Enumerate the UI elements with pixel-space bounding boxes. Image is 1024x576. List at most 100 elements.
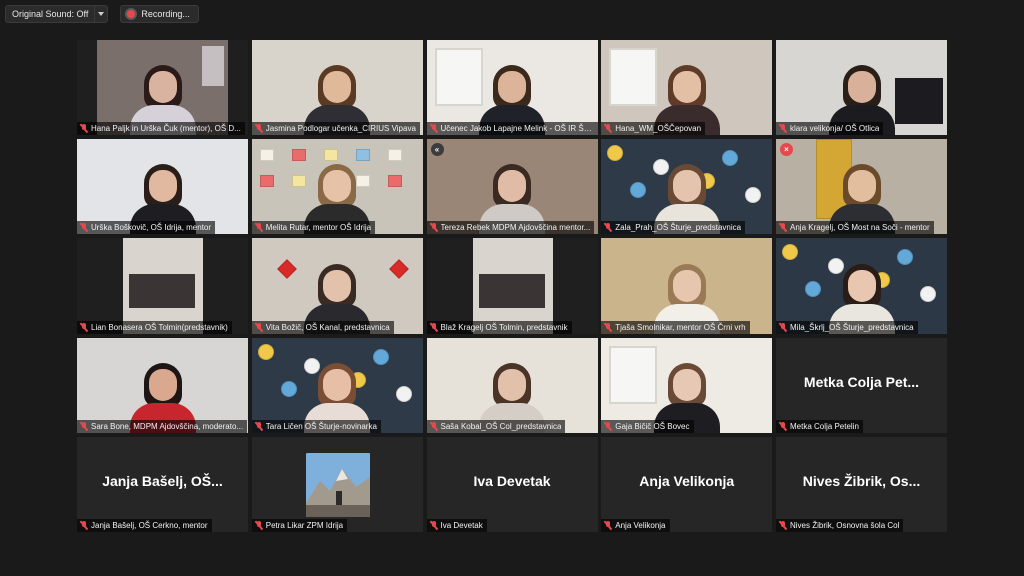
muted-microphone-icon bbox=[430, 520, 438, 530]
participant-name-bar: Anja Kragelj, OŠ Most na Soči - mentor bbox=[776, 221, 934, 235]
participant-tile[interactable]: Nives Žibrik, Os... Nives Žibrik, Osnovna… bbox=[776, 436, 947, 532]
participant-tile[interactable]: Tjaša Smolnikar, mentor OŠ Črni vrh bbox=[601, 238, 773, 334]
participant-video bbox=[426, 40, 598, 136]
participant-tile[interactable]: klara velikonja/ OŠ Otlica bbox=[776, 40, 947, 136]
face bbox=[148, 170, 177, 203]
participant-name-bar: Učenec Jakob Lapajne Melink - OŠ IR Še..… bbox=[426, 122, 598, 136]
participant-tile[interactable]: Hana_WM_OŠČepovan bbox=[601, 40, 773, 136]
participant-tile[interactable]: Iva Devetak Iva Devetak bbox=[426, 436, 598, 532]
face bbox=[323, 170, 352, 203]
participant-tile[interactable]: Mila_Škrlj_OŠ Šturje_predstavnica bbox=[776, 238, 947, 334]
participant-name-bar: Iva Devetak bbox=[426, 518, 487, 532]
participant-name-bar: Tereza Rebek MDPM Ajdovščina mentor... bbox=[426, 221, 595, 235]
participant-name-bar: Metka Colja Petelin bbox=[776, 419, 863, 433]
participant-name: Gaja Bičič OŠ Bovec bbox=[615, 421, 690, 431]
participant-name: Anja Velikonja bbox=[615, 520, 666, 530]
participant-name: Lian Bonasera OŠ Tolmin(predstavnik) bbox=[91, 322, 228, 332]
participant-video bbox=[776, 139, 947, 235]
muted-microphone-icon bbox=[430, 223, 438, 232]
muted-microphone-icon bbox=[255, 124, 263, 133]
recording-indicator[interactable]: Recording... bbox=[120, 5, 199, 23]
original-sound-label: Original Sound: Off bbox=[12, 9, 89, 19]
collapse-icon[interactable]: « bbox=[430, 143, 444, 157]
chevron-down-icon[interactable] bbox=[94, 6, 107, 22]
participant-video bbox=[426, 337, 598, 433]
muted-microphone-icon bbox=[604, 124, 612, 133]
participant-tile[interactable]: Jasmina Podlogar učenka_CIRIUS Vipava bbox=[251, 40, 423, 136]
participant-tile[interactable]: Urška Boškovič, OŠ Idrija, mentor bbox=[77, 139, 248, 235]
participant-tile[interactable]: Petra Likar ZPM Idrija bbox=[251, 436, 423, 532]
participant-name-bar: Urška Boškovič, OŠ Idrija, mentor bbox=[77, 221, 216, 235]
participant-name: Iva Devetak bbox=[440, 520, 483, 530]
participant-name: Tara Ličen OŠ Šturje-novinarka bbox=[265, 421, 377, 431]
face bbox=[672, 71, 701, 104]
participant-tile[interactable]: Metka Colja Pet... Metka Colja Petelin bbox=[776, 337, 947, 433]
participant-name-bar: Petra Likar ZPM Idrija bbox=[251, 518, 348, 532]
background-monitor bbox=[895, 78, 943, 124]
participant-name: Melita Rutar, mentor OŠ Idrija bbox=[265, 223, 372, 233]
muted-microphone-icon bbox=[255, 223, 263, 232]
participant-tile[interactable]: Vita Božič, OŠ Kanal, predstavnica bbox=[251, 238, 423, 334]
paper-decoration bbox=[387, 149, 402, 162]
participant-name: Tjaša Smolnikar, mentor OŠ Črni vrh bbox=[615, 322, 746, 332]
participant-video bbox=[601, 139, 773, 235]
background-shelf bbox=[77, 238, 123, 334]
gallery-view: Hana Paljk in Urška Čuk (mentor), OŠ D..… bbox=[77, 40, 947, 536]
participant-tile[interactable]: Učenec Jakob Lapajne Melink - OŠ IR Še..… bbox=[426, 40, 598, 136]
paper-decoration bbox=[259, 149, 274, 162]
participant-video bbox=[77, 337, 248, 433]
participant-tile[interactable]: Blaž Kragelj OŠ Tolmin, predstavnik bbox=[426, 238, 598, 334]
participant-name-bar: Hana_WM_OŠČepovan bbox=[601, 122, 706, 136]
participant-name-bar: Lian Bonasera OŠ Tolmin(predstavnik) bbox=[77, 320, 232, 334]
original-sound-button[interactable]: Original Sound: Off bbox=[5, 5, 109, 23]
participant-tile[interactable]: Gaja Bičič OŠ Bovec bbox=[601, 337, 773, 433]
participant-name: Tereza Rebek MDPM Ajdovščina mentor... bbox=[440, 223, 591, 233]
muted-microphone-icon bbox=[255, 421, 263, 431]
paper-decoration bbox=[395, 385, 412, 402]
participant-video bbox=[776, 238, 947, 334]
background-shelf bbox=[478, 274, 545, 309]
participant-name: Vita Božič, OŠ Kanal, predstavnica bbox=[265, 322, 390, 332]
participant-tile[interactable]: Tara Ličen OŠ Šturje-novinarka bbox=[251, 337, 423, 433]
participant-tile[interactable]: Janja Bašelj, OŠ... Janja Bašelj, OŠ Cerk… bbox=[77, 436, 248, 532]
participant-name: Nives Žibrik, Osnovna šola Col bbox=[790, 520, 900, 530]
paper-decoration bbox=[372, 348, 389, 365]
participant-name-bar: Janja Bašelj, OŠ Cerkno, mentor bbox=[77, 518, 212, 532]
participant-video bbox=[426, 139, 598, 235]
muted-microphone-icon bbox=[779, 322, 787, 332]
paper-decoration bbox=[257, 343, 274, 360]
participant-name-bar: klara velikonja/ OŠ Otlica bbox=[776, 122, 884, 136]
face bbox=[323, 71, 352, 104]
participant-tile[interactable]: × Anja Kragelj, OŠ Most na Soči - mentor bbox=[776, 139, 947, 235]
participant-tile[interactable]: Melita Rutar, mentor OŠ Idrija bbox=[251, 139, 423, 235]
face bbox=[847, 269, 876, 302]
participant-name: Urška Boškovič, OŠ Idrija, mentor bbox=[91, 223, 212, 233]
participant-video bbox=[251, 40, 423, 136]
muted-microphone-icon bbox=[779, 520, 787, 530]
participant-tile[interactable]: Saša Kobal_OŠ Col_predstavnica bbox=[426, 337, 598, 433]
participant-tile[interactable]: Hana Paljk in Urška Čuk (mentor), OŠ D..… bbox=[77, 40, 248, 136]
face bbox=[672, 170, 701, 203]
participant-name-bar: Gaja Bičič OŠ Bovec bbox=[601, 419, 694, 433]
record-icon bbox=[127, 10, 136, 18]
participant-tile[interactable]: « Tereza Rebek MDPM Ajdovščina mentor... bbox=[426, 139, 598, 235]
participant-name-bar: Saša Kobal_OŠ Col_predstavnica bbox=[426, 419, 566, 433]
background-shelf bbox=[228, 40, 248, 136]
participant-video bbox=[77, 40, 248, 136]
muted-microphone-icon bbox=[604, 421, 612, 431]
participant-tile[interactable]: Anja Velikonja Anja Velikonja bbox=[601, 436, 773, 532]
participant-tile[interactable]: Sara Bone, MDPM Ajdovščina, moderato... bbox=[77, 337, 248, 433]
participant-tile[interactable]: Zala_Prah_OŠ Šturje_predstavnica bbox=[601, 139, 773, 235]
face bbox=[498, 71, 526, 104]
participant-display-name: Anja Velikonja bbox=[639, 472, 735, 489]
participant-name-bar: Vita Božič, OŠ Kanal, predstavnica bbox=[251, 320, 394, 334]
paper-decoration bbox=[280, 380, 297, 397]
participant-name: Učenec Jakob Lapajne Melink - OŠ IR Še..… bbox=[440, 124, 594, 134]
muted-microphone-icon bbox=[430, 322, 438, 332]
participant-name: klara velikonja/ OŠ Otlica bbox=[790, 124, 880, 134]
top-toolbar: Original Sound: Off Recording... bbox=[5, 5, 199, 23]
background-window bbox=[609, 345, 658, 404]
participant-video bbox=[77, 139, 248, 235]
background-shelf bbox=[552, 238, 598, 334]
participant-tile[interactable]: Lian Bonasera OŠ Tolmin(predstavnik) bbox=[77, 238, 248, 334]
